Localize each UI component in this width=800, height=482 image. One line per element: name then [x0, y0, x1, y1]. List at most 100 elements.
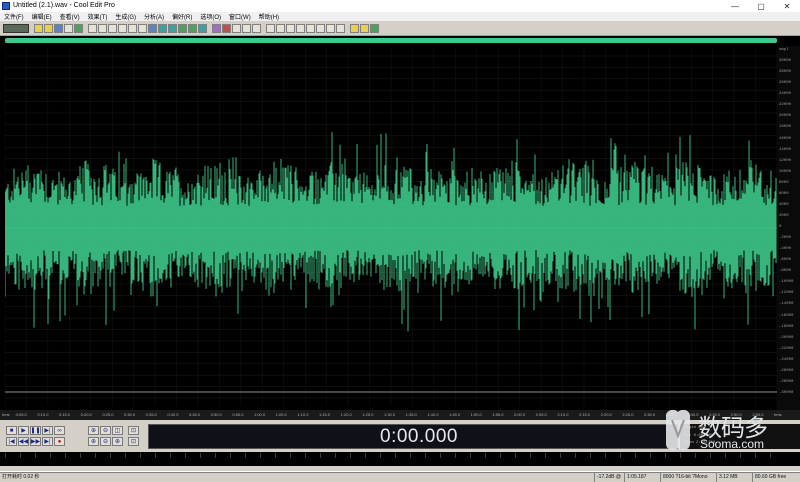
amplitude-ruler-label: 8000	[779, 180, 789, 185]
menu-options[interactable]: 选项(O)	[196, 12, 225, 21]
window-controls: — ▢ ✕	[722, 0, 800, 12]
settings-button[interactable]	[370, 23, 379, 33]
envelope-button[interactable]	[286, 23, 295, 33]
amplitude-ruler-label: 6000	[779, 191, 789, 196]
save-file-button[interactable]	[54, 23, 63, 33]
invert-button[interactable]	[306, 23, 315, 33]
snap-button[interactable]	[188, 23, 197, 33]
select-all-button[interactable]	[168, 23, 177, 33]
amplitude-ruler-label: 18000	[779, 125, 792, 130]
menu-edit[interactable]: 编辑(E)	[28, 12, 56, 21]
zoom-selection-button[interactable]: ◫	[112, 426, 123, 435]
amplitude-ruler-label: 4000	[779, 202, 789, 207]
pause-icon: ❚❚	[30, 427, 41, 434]
scripts-button[interactable]	[360, 23, 369, 33]
frequency-analysis-button[interactable]	[252, 23, 261, 33]
waveform-display[interactable]	[5, 48, 777, 406]
go-end-button[interactable]: ▶|	[42, 437, 53, 446]
play-button[interactable]: ▶	[18, 426, 29, 435]
pause-button[interactable]: ❚❚	[30, 426, 41, 435]
redo-button[interactable]	[98, 23, 107, 33]
zoom-vertical-out-icon: ⊡	[130, 438, 137, 445]
spectral-view-button[interactable]	[212, 23, 221, 33]
cue-list-button[interactable]	[232, 23, 241, 33]
playlist-button[interactable]	[242, 23, 251, 33]
cut-button[interactable]	[108, 23, 117, 33]
new-file-button[interactable]	[34, 23, 43, 33]
undo-button[interactable]	[88, 23, 97, 33]
time-display: 0:00.000	[148, 424, 678, 449]
waveform-panel[interactable]: smpl 30000 28000 26000 24000 22000 20000 18000 1…	[0, 46, 800, 410]
reverb-button[interactable]	[336, 23, 345, 33]
zoom-selection-icon: ◫	[114, 427, 121, 434]
favorites-button[interactable]	[350, 23, 359, 33]
normalize-button[interactable]	[276, 23, 285, 33]
amplitude-ruler-label: -26000	[779, 368, 794, 373]
go-start-icon: |◀	[8, 438, 15, 445]
amplitude-ruler-label: 30000	[779, 59, 792, 64]
amplitude-ruler-label: -4000	[779, 247, 792, 252]
append-button[interactable]	[74, 23, 83, 33]
copy-button[interactable]	[118, 23, 127, 33]
play-to-end-icon: ▶|	[44, 427, 51, 434]
record-button[interactable]: ●	[54, 437, 65, 446]
zoom-right-button[interactable]: ⊖	[100, 437, 111, 446]
rewind-button[interactable]: ◀◀	[18, 437, 29, 446]
multitrack-toggle-button[interactable]	[3, 23, 29, 33]
menu-help[interactable]: 帮助(H)	[255, 12, 283, 21]
loop-button[interactable]	[178, 23, 187, 33]
fast-forward-button[interactable]: ▶▶	[30, 437, 41, 446]
open-file-button[interactable]	[44, 23, 53, 33]
menu-file[interactable]: 文件(F)	[0, 12, 28, 21]
time-ruler-label: 1:10.0	[297, 412, 309, 417]
menu-analyze[interactable]: 分析(A)	[140, 12, 168, 21]
overview-range[interactable]	[5, 38, 777, 43]
close-file-button[interactable]	[64, 23, 73, 33]
time-ruler-label: 1:00.0	[254, 412, 266, 417]
reverse-button[interactable]	[296, 23, 305, 33]
menu-generate[interactable]: 生成(G)	[111, 12, 140, 21]
zoom-out-full-button[interactable]: ⊖	[100, 426, 111, 435]
trim-button[interactable]	[148, 23, 157, 33]
window-title: Untitled (2.1).wav - Cool Edit Pro	[13, 2, 115, 9]
amplify-button[interactable]	[266, 23, 275, 33]
zoom-out-icon: ⊖	[102, 427, 109, 434]
zoom-in-button[interactable]: ⊕	[112, 437, 123, 446]
go-start-button[interactable]: |◀	[6, 437, 17, 446]
amplitude-ruler-label: 0	[779, 225, 782, 229]
menu-bar: 文件(F) 编辑(E) 查看(V) 效果(T) 生成(G) 分析(A) 偏好(R…	[0, 12, 800, 21]
menu-view[interactable]: 查看(V)	[56, 12, 84, 21]
current-time: 0:00.000	[380, 426, 458, 447]
stop-button[interactable]: ■	[6, 426, 17, 435]
app-icon	[2, 2, 10, 10]
noise-reduction-button[interactable]	[316, 23, 325, 33]
menu-effects[interactable]: 效果(T)	[84, 12, 112, 21]
amplitude-ruler-label: -12000	[779, 291, 794, 296]
paste-button[interactable]	[128, 23, 137, 33]
time-ruler-label: 1:35.0	[405, 412, 417, 417]
time-ruler-label: 1:15.0	[319, 412, 331, 417]
maximize-button[interactable]: ▢	[748, 0, 774, 12]
amplitude-ruler-label: 14000	[779, 147, 792, 152]
close-button[interactable]: ✕	[774, 0, 800, 12]
menu-favorites[interactable]: 偏好(R)	[168, 12, 196, 21]
zoom-vertical-in-button[interactable]: ⊡	[128, 426, 139, 435]
watermark-logo: 数码多 Sooma.com	[660, 404, 800, 456]
play-icon: ▶	[21, 427, 26, 434]
zoom-in-full-button[interactable]: ⊕	[88, 426, 99, 435]
time-ruler-label: 2:25.0	[622, 412, 634, 417]
time-ruler-label: 0:10.0	[37, 412, 49, 417]
delete-button[interactable]	[158, 23, 167, 33]
zoom-left-button[interactable]: ⊕	[88, 437, 99, 446]
waveform-view-button[interactable]	[222, 23, 231, 33]
minimize-button[interactable]: —	[722, 0, 748, 12]
silence-button[interactable]	[198, 23, 207, 33]
zoom-vertical-out-button[interactable]: ⊡	[128, 437, 139, 446]
overview-bar[interactable]	[0, 36, 800, 46]
menu-window[interactable]: 窗口(W)	[225, 12, 255, 21]
loop-play-button[interactable]: ∞	[54, 426, 65, 435]
eq-button[interactable]	[326, 23, 335, 33]
mix-paste-button[interactable]	[138, 23, 147, 33]
time-ruler-label: 1:30.0	[384, 412, 396, 417]
play-to-end-button[interactable]: ▶|	[42, 426, 53, 435]
